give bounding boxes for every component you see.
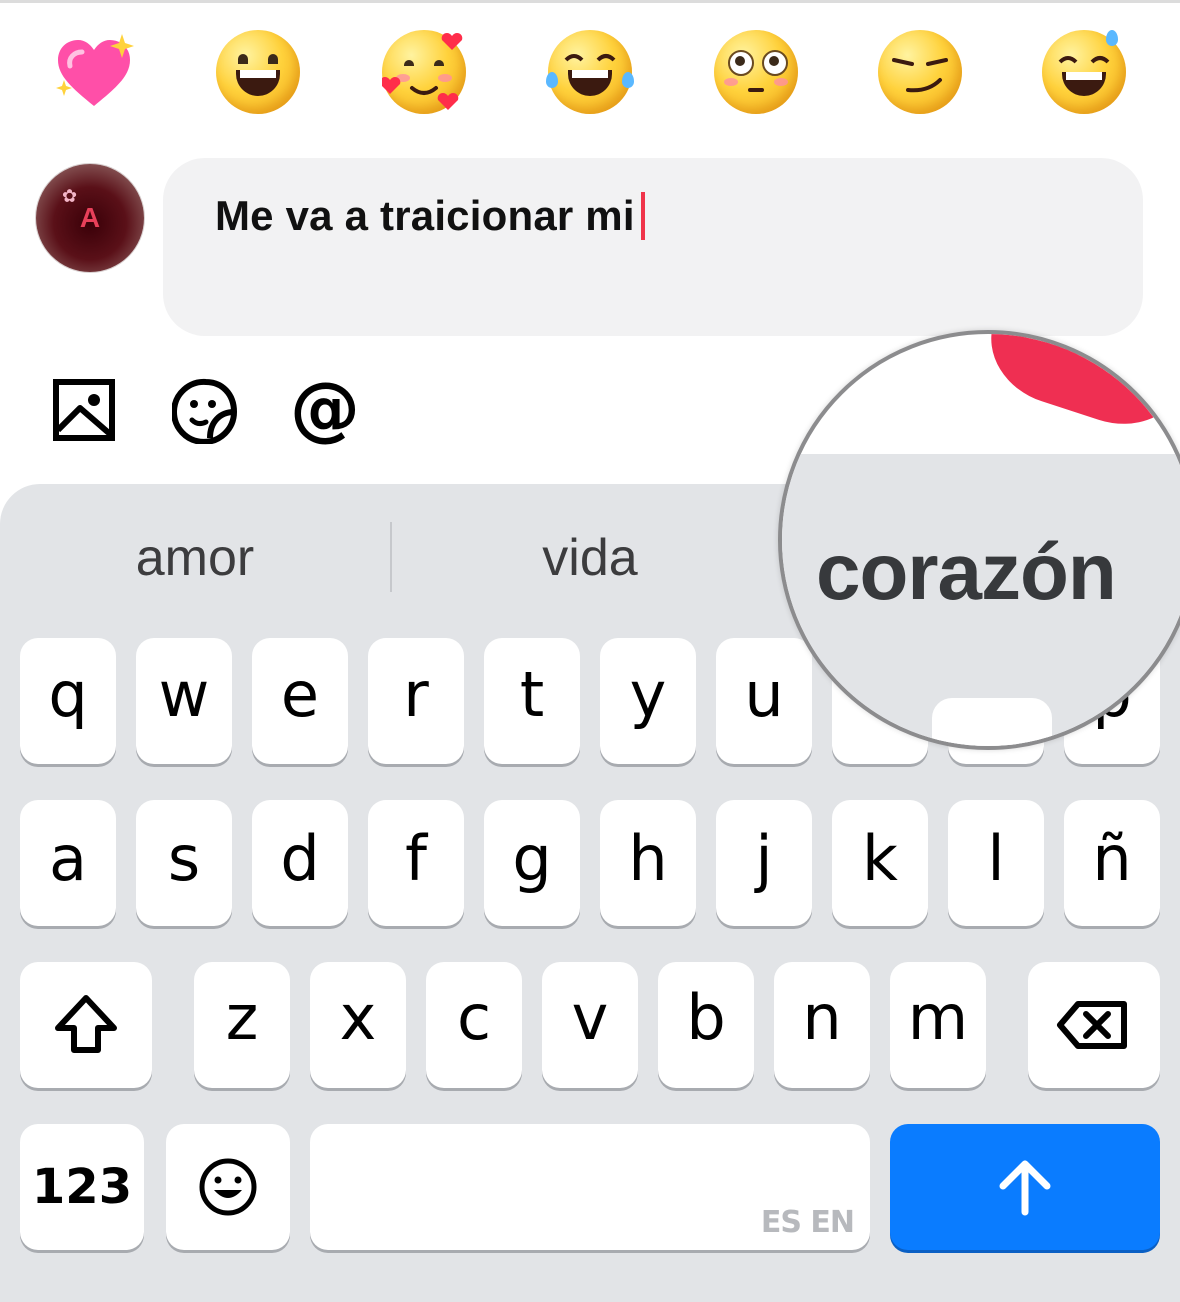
key-h[interactable]: h bbox=[600, 800, 696, 926]
quick-reactions-bar bbox=[0, 30, 1180, 120]
suggestion-1[interactable]: amor bbox=[40, 528, 350, 588]
smirking-face-icon[interactable] bbox=[878, 30, 962, 114]
suggestion-3[interactable]: corazón bbox=[816, 526, 1117, 618]
text-magnifier: corazón bbox=[778, 330, 1180, 750]
key-k[interactable]: k bbox=[832, 800, 928, 926]
key-e[interactable]: e bbox=[252, 638, 348, 764]
key-r[interactable]: r bbox=[368, 638, 464, 764]
backspace-key[interactable] bbox=[1028, 962, 1160, 1088]
grinning-face-icon[interactable] bbox=[216, 30, 300, 114]
key-y[interactable]: y bbox=[600, 638, 696, 764]
key-c[interactable]: c bbox=[426, 962, 522, 1088]
key-d[interactable]: d bbox=[252, 800, 348, 926]
key-a[interactable]: a bbox=[20, 800, 116, 926]
shift-key[interactable] bbox=[20, 962, 152, 1088]
key-n[interactable]: n bbox=[774, 962, 870, 1088]
key-x[interactable]: x bbox=[310, 962, 406, 1088]
image-icon[interactable] bbox=[52, 378, 116, 442]
space-bar[interactable]: ES EN bbox=[310, 1124, 870, 1250]
backspace-icon bbox=[1057, 1001, 1127, 1049]
text-cursor bbox=[640, 192, 645, 240]
suggestion-divider bbox=[390, 522, 392, 592]
key-j[interactable]: j bbox=[716, 800, 812, 926]
arrow-up-icon bbox=[999, 1160, 1051, 1216]
comment-input[interactable]: Me va a traicionar mi bbox=[163, 158, 1143, 336]
comment-input-text: Me va a traicionar mi bbox=[215, 192, 645, 240]
numbers-key[interactable]: 123 bbox=[20, 1124, 144, 1250]
send-button[interactable] bbox=[890, 1124, 1160, 1250]
sticker-icon[interactable] bbox=[171, 378, 238, 445]
key-s[interactable]: s bbox=[136, 800, 232, 926]
avatar-initial: A bbox=[79, 202, 101, 233]
face-with-tears-of-joy-icon[interactable] bbox=[546, 30, 634, 114]
key-m[interactable]: m bbox=[890, 962, 986, 1088]
key-z[interactable]: z bbox=[194, 962, 290, 1088]
sparkling-heart-icon[interactable] bbox=[52, 30, 136, 114]
key-l[interactable]: l bbox=[948, 800, 1044, 926]
language-indicator: ES EN bbox=[760, 1205, 855, 1240]
key-w[interactable]: w bbox=[136, 638, 232, 764]
magnified-send-button bbox=[975, 334, 1180, 442]
key-g[interactable]: g bbox=[484, 800, 580, 926]
smiling-face-with-hearts-icon[interactable] bbox=[382, 30, 466, 114]
emoji-keyboard-icon bbox=[199, 1158, 257, 1216]
grinning-face-with-sweat-icon[interactable] bbox=[1042, 30, 1126, 114]
key-t[interactable]: t bbox=[484, 638, 580, 764]
suggestion-2[interactable]: vida bbox=[430, 528, 750, 588]
key-enye[interactable]: ñ bbox=[1064, 800, 1160, 926]
key-b[interactable]: b bbox=[658, 962, 754, 1088]
mention-icon[interactable]: @ bbox=[290, 373, 360, 443]
emoji-key[interactable] bbox=[166, 1124, 290, 1250]
shift-icon bbox=[55, 995, 117, 1053]
key-q[interactable]: q bbox=[20, 638, 116, 764]
key-v[interactable]: v bbox=[542, 962, 638, 1088]
flushed-face-icon[interactable] bbox=[714, 30, 798, 114]
top-divider bbox=[0, 0, 1180, 3]
avatar[interactable]: ✿ A bbox=[36, 164, 144, 272]
key-f[interactable]: f bbox=[368, 800, 464, 926]
